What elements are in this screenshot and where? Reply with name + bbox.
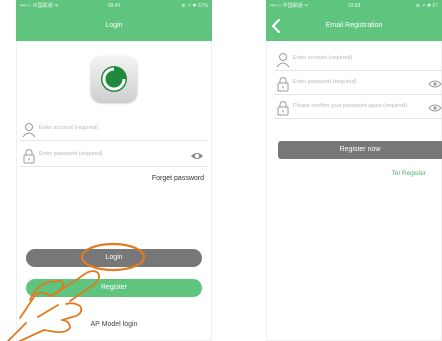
status-battery: ⊕ ↗ ✱ 67 [415,3,438,9]
lock-icon [23,149,35,164]
lock-icon [277,101,289,116]
eye-icon[interactable] [428,103,442,113]
confirm-password-placeholder: Please confirm your password again (requ… [293,103,408,109]
ap-model-login-link[interactable]: AP Model login [16,321,212,328]
account-field[interactable]: Enter account (required) [274,50,442,71]
account-placeholder: Enter account (required) [39,125,99,131]
login-button[interactable]: Login [26,249,202,267]
confirm-password-field[interactable]: Please confirm your password again (requ… [274,98,442,119]
login-screen: •••○○ 中国联通 ᯤ 09:45 ⊕ ↗ ✱ 67% Login Enter… [16,0,212,341]
account-placeholder: Enter account (required) [293,55,353,61]
password-placeholder: Enter password (required) [39,151,103,157]
status-bar: •••○○ 中国联通 ᯤ 10:58 ⊕ ↗ ✱ 67 [266,0,442,12]
status-bar: •••○○ 中国联通 ᯤ 09:45 ⊕ ↗ ✱ 67% [16,0,212,12]
account-field[interactable]: Enter account (required) [20,120,208,141]
password-field[interactable]: Enter password (required) [20,146,208,167]
register-button[interactable]: Register [26,279,202,297]
password-placeholder: Enter password (required) [293,79,357,85]
eye-icon[interactable] [428,79,442,89]
app-logo-icon [91,56,137,102]
password-field[interactable]: Enter password (required) [274,74,442,95]
page-title: Email Registration [325,22,383,29]
user-icon [22,123,36,138]
registration-header: •••○○ 中国联通 ᯤ 10:58 ⊕ ↗ ✱ 67 Email Regist… [266,0,442,41]
registration-screen: •••○○ 中国联通 ᯤ 10:58 ⊕ ↗ ✱ 67 Email Regist… [266,0,442,341]
page-title: Login [105,22,123,29]
tel-register-link[interactable]: Tel Register [392,170,426,177]
user-icon [276,53,290,68]
lock-icon [277,77,289,92]
forget-password-link[interactable]: Forget password [152,175,204,182]
status-battery: ⊕ ↗ ✱ 67% [181,3,208,9]
eye-icon[interactable] [190,151,204,161]
register-now-button[interactable]: Register now [278,141,442,159]
login-header: •••○○ 中国联通 ᯤ 09:45 ⊕ ↗ ✱ 67% Login [16,0,212,41]
